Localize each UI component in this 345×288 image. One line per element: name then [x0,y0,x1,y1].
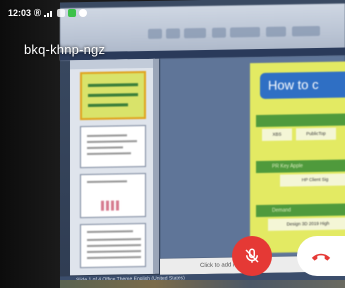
message-icon [57,9,66,17]
ribbon-tool-icon [166,28,180,39]
slide-box: PublicTop [296,127,336,141]
desktop-taskbar [60,280,345,288]
hang-up-icon [311,253,331,261]
mic-off-icon [245,248,259,263]
thumbnail-line [87,146,123,150]
slide-thumbnail[interactable] [80,222,146,269]
thumbnail-line [87,180,127,184]
thumbnail-line [87,256,141,260]
thumbnail-bar [88,103,128,107]
slide-band [256,113,345,128]
meeting-code: bkq-khnp-ngz [24,42,106,57]
slide-box: XBS [262,128,292,141]
slide-band: Demand [256,203,345,218]
thumbnail-line [87,134,127,138]
slide-box: HP Client Sig [280,173,345,187]
thumbnail-line [87,140,137,144]
mute-toggle-button[interactable] [232,236,272,276]
thumbnail-line [87,152,131,156]
slide-thumbnail[interactable] [80,124,146,169]
ribbon-tool-icon [230,26,260,38]
ribbon-tool-icon [184,27,206,39]
thumbnail-tabs [70,58,155,70]
thumbnail-bar [88,93,138,97]
end-call-button[interactable] [297,236,345,276]
ribbon-tool-icon [212,27,226,38]
thumbnail-line [87,230,133,234]
ribbon-tool-icon [266,26,286,37]
signal-icon [44,10,54,17]
thumbnail-line [87,238,141,242]
ribbon-tool-icon [148,28,162,39]
thumbnail-chart [101,200,121,211]
slide-thumbnails-panel [70,58,155,276]
current-slide[interactable]: How to c XBS PublicTop PR Key Apple HP C… [250,61,345,254]
clock: 12:03 [8,8,32,18]
slide-canvas: How to c XBS PublicTop PR Key Apple HP C… [160,55,345,259]
video-call-screen: How to c XBS PublicTop PR Key Apple HP C… [0,0,345,288]
slide-title: How to c [260,71,345,99]
ribbon-tool-icon [292,25,320,37]
thumbnail-line [87,250,141,254]
app-icon-green [68,9,77,17]
chrome-icon [79,9,88,17]
slide-band: PR Key Apple [256,159,345,174]
thumbnail-line [87,244,141,248]
network-label: Ⓡ [34,10,42,17]
phone-status-bar: 12:03 Ⓡ [8,8,88,18]
slide-box: Design 3D 2019 High [268,217,345,231]
thumbnail-scrollbar[interactable] [153,58,159,274]
slide-thumbnail[interactable] [80,70,146,121]
thumbnail-bar [88,83,138,87]
slide-thumbnail[interactable] [80,172,146,219]
